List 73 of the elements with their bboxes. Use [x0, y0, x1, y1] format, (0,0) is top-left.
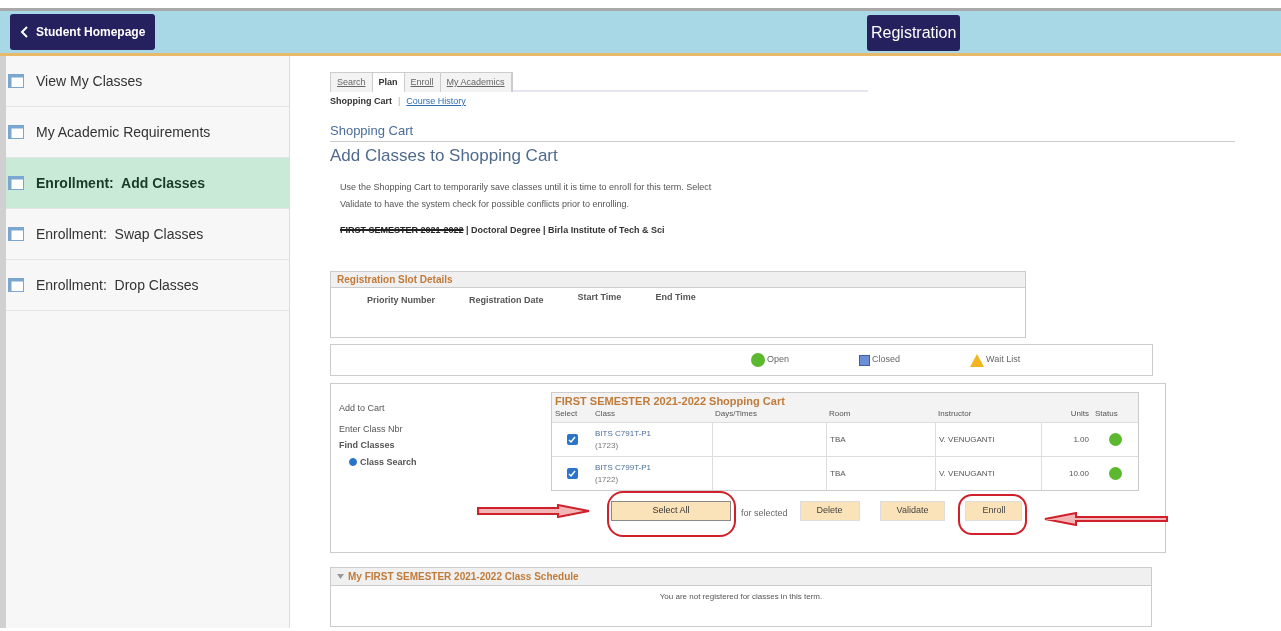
sidebar-item[interactable]: View My Classes [6, 56, 289, 107]
tab[interactable]: Enroll [404, 73, 441, 92]
collapse-icon [337, 574, 344, 579]
cart-title: FIRST SEMESTER 2021-2022 Shopping Cart [554, 394, 786, 408]
add-to-cart-label: Add to Cart [339, 402, 386, 415]
radio-button[interactable] [349, 458, 357, 467]
tab[interactable]: Search [331, 73, 373, 92]
sidebar-label: Enrollment: Drop Classes [36, 275, 199, 295]
back-button[interactable]: Student Homepage [10, 14, 156, 50]
tab[interactable]: My Academics [440, 73, 512, 92]
units-cell: 1.00 [1041, 422, 1092, 456]
sidebar-item[interactable]: Enrollment: Drop Classes [6, 260, 289, 311]
row-checkbox[interactable] [566, 434, 578, 445]
for-selected-label: for selected [741, 507, 788, 521]
legend-label: Open [767, 353, 790, 367]
instruction-text: Use the Shopping Cart to temporarily save classes until it is time to enroll for this term. Select [340, 180, 713, 194]
chevron-left-icon [20, 26, 28, 38]
column-header: Select [554, 408, 579, 420]
panel-title: Registration Slot Details [331, 272, 1025, 288]
page-heading: Add Classes to Shopping Cart [330, 145, 559, 167]
instructor-cell: V. VENUGANTI [935, 422, 1041, 456]
warning-icon [970, 353, 985, 367]
separator: | [398, 95, 401, 108]
class-link[interactable]: BITS C791T-P1 [595, 427, 709, 440]
class-number: (1723) [595, 439, 620, 452]
breadcrumb: Shopping Cart [330, 120, 1235, 142]
subnav-link[interactable]: Shopping Cart [330, 95, 392, 109]
closed-status-icon [859, 354, 871, 366]
column-header: Start Time [577, 291, 622, 304]
action-button[interactable]: Delete [799, 501, 860, 521]
page-title-badge: Registration [867, 15, 961, 51]
class-link[interactable]: BITS C799T-P1 [595, 461, 709, 474]
column-header: Room [828, 408, 852, 420]
legend-label: Wait List [986, 353, 1021, 367]
select-all-button[interactable]: Select All [611, 501, 731, 521]
instruction-text: Validate to have the system check for possible conflicts prior to enrolling. [340, 198, 630, 211]
room-cell: TBA [826, 456, 935, 490]
sidebar-item[interactable]: Enrollment: Add Classes [6, 158, 289, 209]
sidebar-label: My Academic Requirements [36, 122, 211, 142]
radio-label: Class Search [360, 455, 417, 469]
sidebar-item[interactable]: Enrollment: Swap Classes [6, 209, 289, 260]
page-icon [8, 227, 24, 241]
column-header: Registration Date [469, 294, 544, 307]
column-header: Priority Number [367, 294, 435, 307]
page-icon [8, 176, 24, 190]
column-header: Instructor [937, 408, 973, 420]
action-button[interactable]: Validate [879, 501, 946, 521]
redacted-term: FIRST SEMESTER 2021-2022 [340, 223, 464, 237]
column-header: Units [1069, 408, 1090, 420]
open-status-icon [751, 353, 765, 367]
instructor-cell: V. VENUGANTI [935, 456, 1041, 490]
units-cell: 10.00 [1041, 456, 1092, 490]
page-icon [8, 125, 24, 139]
sidebar-label: Enrollment: Swap Classes [36, 224, 204, 244]
panel-title: My FIRST SEMESTER 2021-2022 Class Schedule [331, 568, 1151, 586]
column-header: Status [1094, 408, 1119, 420]
action-button[interactable]: Enroll [965, 501, 1023, 521]
class-number: (1722) [595, 473, 620, 486]
column-header: End Time [655, 291, 696, 304]
schedule-message: You are not registered for classes in this term. [658, 591, 824, 603]
row-checkbox[interactable] [566, 468, 578, 479]
sidebar-label: View My Classes [36, 71, 143, 91]
column-header: Class [594, 408, 616, 420]
column-header: Days/Times [714, 408, 758, 420]
find-classes-label: Find Classes [339, 439, 396, 452]
subnav-link[interactable]: Course History [406, 95, 466, 109]
term-text: | Doctoral Degree | Birla Institute of Tech & Sci [465, 223, 665, 237]
page-icon [8, 278, 24, 292]
enter-class-label: Enter Class Nbr [339, 422, 404, 436]
sidebar-label: Enrollment: Add Classes [36, 173, 206, 193]
page-icon [8, 74, 24, 88]
legend-label: Closed [872, 353, 901, 367]
room-cell: TBA [826, 422, 935, 456]
